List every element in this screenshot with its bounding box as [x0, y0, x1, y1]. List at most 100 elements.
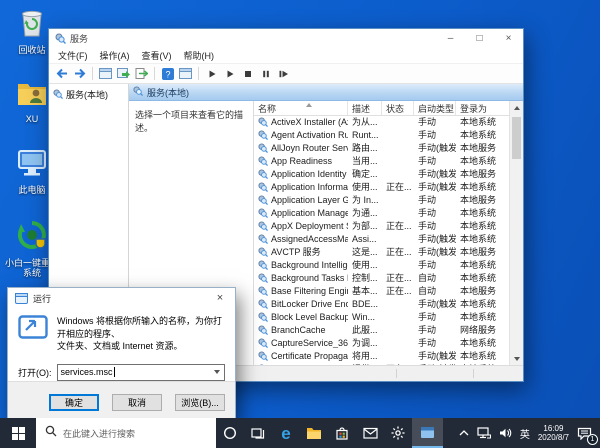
settings-button[interactable]: [384, 418, 412, 448]
table-row[interactable]: Background Intelligent T... 使用... 手动 本地系统: [254, 258, 510, 271]
services-list: 名称描述状态启动类型登录为 ActiveX Installer (AxInstS…: [254, 101, 523, 365]
tray-chevron-up-icon[interactable]: [455, 418, 473, 448]
column-header-0[interactable]: 名称: [254, 101, 348, 115]
search-placeholder: 在此键入进行搜索: [63, 428, 136, 439]
ime-language-indicator[interactable]: 英: [516, 418, 534, 448]
service-cell: 手动(触发...: [418, 351, 456, 361]
close-icon[interactable]: ×: [494, 29, 523, 48]
run-command-input[interactable]: services.msc: [56, 363, 225, 381]
scroll-up-icon[interactable]: [510, 101, 523, 114]
service-name-cell: Application Identity: [254, 169, 348, 179]
browse-button[interactable]: 浏览(B)...: [175, 393, 225, 411]
table-row[interactable]: Application Information 使用... 正在... 手动(触发..…: [254, 180, 510, 193]
stop-icon[interactable]: [240, 66, 255, 81]
task-view-button[interactable]: [244, 418, 272, 448]
menu-item-2[interactable]: 查看(V): [137, 49, 177, 62]
table-row[interactable]: Block Level Backup Engi... Win... 手动 本地系统: [254, 310, 510, 323]
services-local-header[interactable]: 服务(本地): [129, 84, 523, 101]
menu-item-1[interactable]: 操作(A): [95, 49, 135, 62]
service-cell: 路由...: [352, 143, 378, 153]
service-name-cell: BranchCache: [254, 325, 348, 335]
service-gear-icon: [258, 181, 268, 192]
column-header-3[interactable]: 启动类型: [414, 101, 456, 115]
tree-item-services-local[interactable]: 服务(本地): [49, 87, 128, 102]
help-icon[interactable]: ?: [160, 66, 175, 81]
table-row[interactable]: App Readiness 当用... 手动 本地系统: [254, 154, 510, 167]
service-cell: 本地服务: [460, 195, 497, 205]
column-header-2[interactable]: 状态: [382, 101, 414, 115]
microsoft-store-button[interactable]: [328, 418, 356, 448]
service-cell: 本地系统: [460, 208, 497, 218]
volume-icon[interactable]: [495, 418, 516, 448]
service-cell: 控制...: [352, 273, 378, 283]
service-gear-icon: [258, 116, 268, 127]
table-row[interactable]: AppX Deployment Servic... 为部... 正在... 手动 本地系…: [254, 219, 510, 232]
play-icon[interactable]: [222, 66, 237, 81]
minimize-icon[interactable]: –: [436, 29, 465, 48]
service-cell: 这是...: [352, 247, 378, 257]
search-input[interactable]: 在此键入进行搜索: [36, 418, 216, 448]
cortana-button[interactable]: [216, 418, 244, 448]
snapin-icon[interactable]: [116, 66, 131, 81]
ok-button[interactable]: 确定: [49, 393, 99, 411]
table-row[interactable]: ActiveX Installer (AxInstSV) 为从... 手动 本地系统: [254, 115, 510, 128]
edge-button[interactable]: e: [272, 418, 300, 448]
resume-icon[interactable]: [276, 66, 291, 81]
table-row[interactable]: Application Management 为通... 手动 本地系统: [254, 206, 510, 219]
network-icon[interactable]: [473, 418, 495, 448]
taskbar-services-app-button[interactable]: [412, 418, 443, 448]
scroll-down-icon[interactable]: [510, 352, 523, 365]
table-row[interactable]: AVCTP 服务这是... 正在... 手动(触发... 本地服务: [254, 245, 510, 258]
service-cell: 本地系统: [460, 260, 497, 270]
service-cell: 将用...: [352, 351, 378, 361]
cancel-button[interactable]: 取消: [112, 393, 162, 411]
service-gear-icon: [258, 194, 268, 205]
table-row[interactable]: CaptureService_361b6 为调... 手动 本地系统: [254, 336, 510, 349]
column-header-1[interactable]: 描述: [348, 101, 382, 115]
console-icon[interactable]: [98, 66, 113, 81]
windows-logo-icon: [11, 426, 25, 440]
table-row[interactable]: Agent Activation Runtime... Runt... 手动 本地系统: [254, 128, 510, 141]
file-explorer-button[interactable]: [300, 418, 328, 448]
services-titlebar[interactable]: 服务 – □ ×: [49, 29, 523, 48]
table-row[interactable]: Background Tasks Infras... 控制... 正在... 自动 本地…: [254, 271, 510, 284]
table-row[interactable]: BitLocker Drive Encryptio... BDE... 手动(触发.…: [254, 297, 510, 310]
service-cell: 手动: [418, 117, 437, 127]
back-icon[interactable]: [54, 66, 69, 81]
service-cell: 正在...: [386, 247, 412, 257]
table-row[interactable]: Certificate Propagation 将用... 手动(触发... 本地系统: [254, 349, 510, 362]
services-list-body: ActiveX Installer (AxInstSV)为从...手动本地系统A…: [254, 115, 510, 365]
table-row[interactable]: Application Identity 确定... 手动(触发... 本地服务: [254, 167, 510, 180]
services-node-icon: [53, 88, 63, 101]
service-name-cell: CaptureService_361b6: [254, 338, 348, 348]
service-cell: 本地系统: [460, 221, 497, 231]
table-row[interactable]: AssignedAccessManager... Assi... 手动(触发... 本…: [254, 232, 510, 245]
menu-item-3[interactable]: 帮助(H): [179, 49, 220, 62]
mail-button[interactable]: [356, 418, 384, 448]
console-icon[interactable]: [178, 66, 193, 81]
export-icon[interactable]: [134, 66, 149, 81]
taskbar-clock[interactable]: 16:09 2020/8/7: [534, 418, 573, 448]
table-row[interactable]: Application Layer Gatewa... 为 In... 手动 本地服务: [254, 193, 510, 206]
services-menubar: 文件(F) 操作(A) 查看(V) 帮助(H): [49, 48, 523, 64]
menu-item-0[interactable]: 文件(F): [53, 49, 93, 62]
service-cell: 手动: [418, 156, 437, 166]
table-row[interactable]: Base Filtering Engine 基本... 正在... 自动 本地服务: [254, 284, 510, 297]
combo-dropdown-icon[interactable]: [210, 365, 224, 380]
scroll-thumb[interactable]: [512, 117, 521, 159]
play-icon[interactable]: [204, 66, 219, 81]
close-icon[interactable]: ×: [205, 288, 235, 308]
column-header-4[interactable]: 登录为: [456, 101, 510, 115]
pause-icon[interactable]: [258, 66, 273, 81]
start-button[interactable]: [0, 418, 36, 448]
service-cell: 为从...: [352, 117, 378, 127]
run-titlebar[interactable]: 运行 ×: [8, 288, 235, 308]
table-row[interactable]: BranchCache 此服... 手动 网络服务: [254, 323, 510, 336]
table-row[interactable]: AllJoyn Router Service 路由... 手动(触发... 本地服务: [254, 141, 510, 154]
forward-icon[interactable]: [72, 66, 87, 81]
action-center-button[interactable]: 1: [573, 418, 600, 448]
vertical-scrollbar[interactable]: [509, 101, 523, 365]
service-cell: 基本...: [352, 286, 378, 296]
service-gear-icon: [258, 142, 268, 153]
maximize-icon[interactable]: □: [465, 29, 494, 48]
